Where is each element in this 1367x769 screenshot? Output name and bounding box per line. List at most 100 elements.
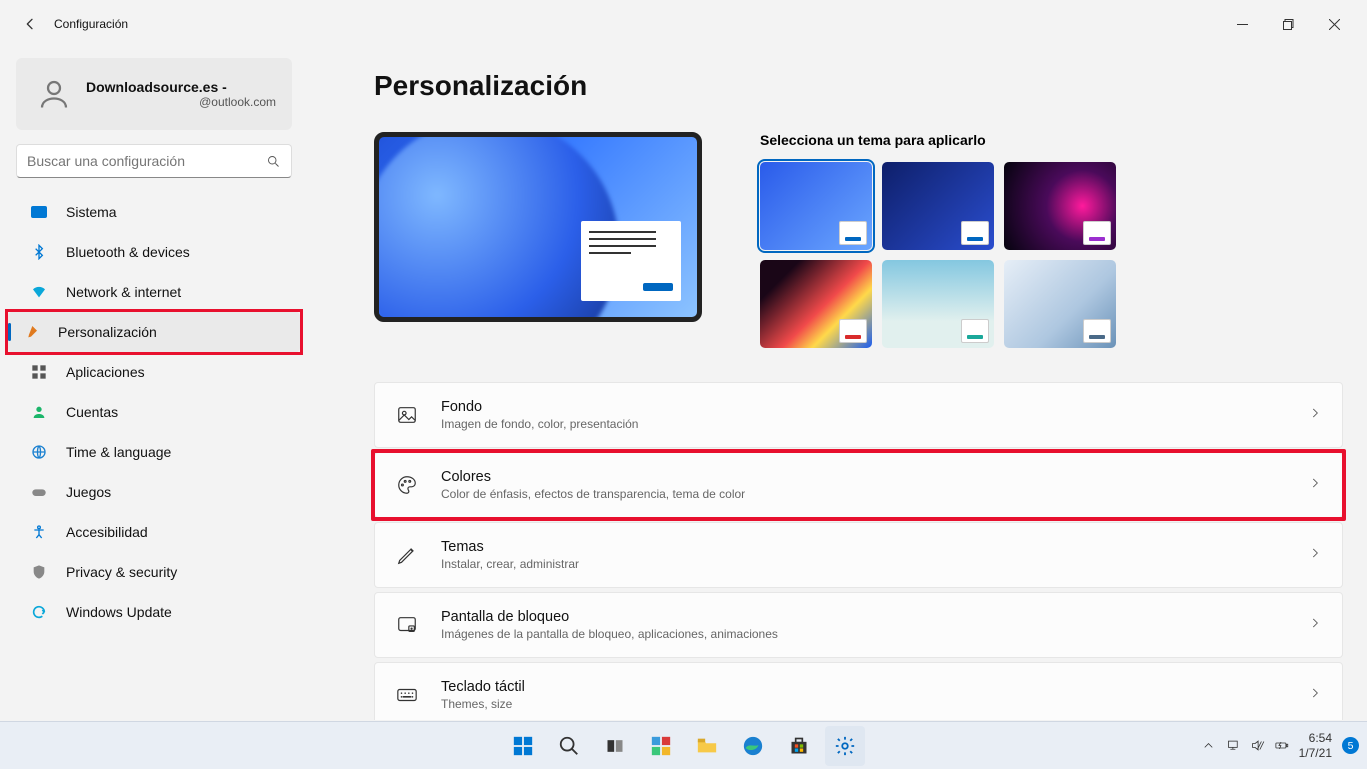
sidebar-item-sistema[interactable]: Sistema (16, 192, 292, 232)
widgets-button[interactable] (641, 726, 681, 766)
row-title: Colores (441, 469, 745, 485)
theme-option-6[interactable] (1004, 260, 1116, 348)
clock-date: 1/7/21 (1299, 746, 1332, 760)
bluetooth-icon (30, 243, 48, 261)
sidebar-item-privacy[interactable]: Privacy & security (16, 552, 292, 592)
sidebar-item-label: Network & internet (66, 284, 181, 300)
accessibility-icon (30, 523, 48, 541)
file-explorer[interactable] (687, 726, 727, 766)
search-icon (266, 154, 281, 169)
palette-icon (395, 473, 419, 497)
search-input[interactable] (27, 153, 266, 169)
sidebar-item-label: Windows Update (66, 604, 172, 620)
sidebar-item-accesibilidad[interactable]: Accesibilidad (16, 512, 292, 552)
desktop-preview (374, 132, 702, 322)
person-icon (30, 403, 48, 421)
chevron-right-icon (1308, 546, 1322, 565)
setting-row-fondo[interactable]: Fondo Imagen de fondo, color, presentació… (374, 382, 1343, 448)
system-tray[interactable] (1226, 738, 1289, 753)
pen-icon (395, 543, 419, 567)
sidebar-item-label: Cuentas (66, 404, 118, 420)
picture-icon (395, 403, 419, 427)
theme-option-3[interactable] (1004, 162, 1116, 250)
tray-chevron-up-icon[interactable] (1201, 738, 1216, 753)
microsoft-store[interactable] (779, 726, 819, 766)
theme-option-2[interactable] (882, 162, 994, 250)
row-title: Fondo (441, 399, 638, 415)
themes-heading: Selecciona un tema para aplicarlo (760, 132, 1116, 148)
start-button[interactable] (503, 726, 543, 766)
sidebar: Downloadsource.es - @outlook.com Sistema… (0, 48, 300, 720)
row-title: Pantalla de bloqueo (441, 609, 778, 625)
gamepad-icon (30, 483, 48, 501)
theme-option-5[interactable] (882, 260, 994, 348)
keyboard-icon (395, 683, 419, 707)
sidebar-item-label: Time & language (66, 444, 171, 460)
sidebar-item-network[interactable]: Network & internet (16, 272, 292, 312)
chevron-right-icon (1308, 616, 1322, 635)
edge-browser[interactable] (733, 726, 773, 766)
taskbar-clock[interactable]: 6:54 1/7/21 (1299, 731, 1332, 760)
user-card[interactable]: Downloadsource.es - @outlook.com (16, 58, 292, 130)
theme-option-4[interactable] (760, 260, 872, 348)
search-box[interactable] (16, 144, 292, 178)
sidebar-item-label: Sistema (66, 204, 117, 220)
row-title: Temas (441, 539, 579, 555)
minimize-button[interactable] (1219, 8, 1265, 40)
battery-tray-icon (1274, 738, 1289, 753)
sidebar-item-time-language[interactable]: Time & language (16, 432, 292, 472)
sidebar-item-bluetooth[interactable]: Bluetooth & devices (16, 232, 292, 272)
volume-tray-icon (1250, 738, 1265, 753)
row-desc: Imágenes de la pantalla de bloqueo, apli… (441, 627, 778, 641)
main-content: Personalización Selecciona un tema para … (300, 48, 1367, 720)
apps-icon (30, 363, 48, 381)
sidebar-item-label: Bluetooth & devices (66, 244, 190, 260)
maximize-button[interactable] (1265, 8, 1311, 40)
sidebar-item-label: Juegos (66, 484, 111, 500)
setting-row-temas[interactable]: Temas Instalar, crear, administrar (374, 522, 1343, 588)
row-title: Teclado táctil (441, 679, 525, 695)
lockscreen-icon (395, 613, 419, 637)
taskbar-search[interactable] (549, 726, 589, 766)
titlebar: Configuración (0, 0, 1367, 48)
network-tray-icon (1226, 738, 1241, 753)
user-name: Downloadsource.es - (86, 79, 276, 95)
theme-option-1[interactable] (760, 162, 872, 250)
chevron-right-icon (1308, 406, 1322, 425)
sidebar-item-label: Personalización (58, 324, 157, 340)
avatar-icon (32, 72, 76, 116)
shield-icon (30, 563, 48, 581)
window-title: Configuración (54, 17, 128, 31)
brush-icon (22, 323, 40, 341)
sidebar-item-cuentas[interactable]: Cuentas (16, 392, 292, 432)
sidebar-item-label: Privacy & security (66, 564, 177, 580)
sidebar-item-windows-update[interactable]: Windows Update (16, 592, 292, 632)
sidebar-item-aplicaciones[interactable]: Aplicaciones (16, 352, 292, 392)
row-desc: Instalar, crear, administrar (441, 557, 579, 571)
row-desc: Themes, size (441, 697, 525, 711)
sidebar-item-label: Accesibilidad (66, 524, 148, 540)
task-view[interactable] (595, 726, 635, 766)
settings-app[interactable] (825, 726, 865, 766)
monitor-icon (30, 203, 48, 221)
sidebar-item-label: Aplicaciones (66, 364, 145, 380)
row-desc: Imagen de fondo, color, presentación (441, 417, 638, 431)
chevron-right-icon (1308, 476, 1322, 495)
setting-row-pantalla-bloqueo[interactable]: Pantalla de bloqueo Imágenes de la pantal… (374, 592, 1343, 658)
theme-grid (760, 162, 1116, 348)
back-button[interactable] (14, 8, 46, 40)
user-email: @outlook.com (86, 95, 276, 109)
taskbar: 6:54 1/7/21 5 (0, 721, 1367, 769)
sidebar-item-personalizacion[interactable]: Personalización (8, 312, 300, 352)
update-icon (30, 603, 48, 621)
sidebar-item-juegos[interactable]: Juegos (16, 472, 292, 512)
clock-time: 6:54 (1299, 731, 1332, 745)
row-desc: Color de énfasis, efectos de transparenc… (441, 487, 745, 501)
setting-row-teclado-tactil[interactable]: Teclado táctil Themes, size (374, 662, 1343, 720)
close-button[interactable] (1311, 8, 1357, 40)
globe-icon (30, 443, 48, 461)
setting-row-colores[interactable]: Colores Color de énfasis, efectos de tran… (374, 452, 1343, 518)
page-title: Personalización (374, 70, 1343, 102)
notification-badge[interactable]: 5 (1342, 737, 1359, 754)
wifi-icon (30, 283, 48, 301)
